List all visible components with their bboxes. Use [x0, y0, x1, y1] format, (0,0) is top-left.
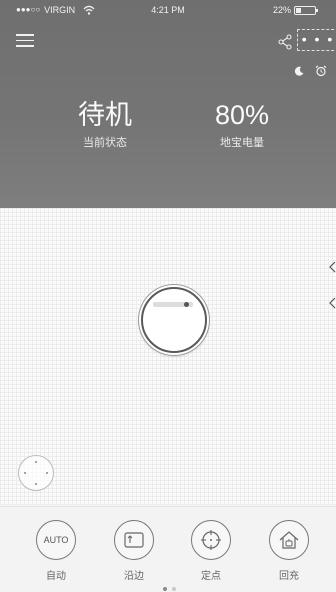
battery-icon — [294, 5, 318, 15]
mode-label: 定点 — [201, 571, 221, 582]
moon-icon[interactable] — [294, 66, 304, 76]
mode-auto[interactable]: AUTO 自动 — [26, 520, 86, 582]
page-indicator — [163, 587, 176, 591]
edge-clean-icon[interactable] — [114, 520, 154, 560]
menu-icon[interactable] — [16, 34, 34, 48]
spot-target-icon[interactable] — [191, 520, 231, 560]
status-value: 待机 — [78, 100, 132, 130]
alarm-icon[interactable] — [315, 65, 327, 77]
mode-label: 自动 — [46, 571, 66, 582]
battery-stat: 80% 地宝电量 — [177, 98, 307, 150]
battery-label: 地宝电量 — [220, 137, 264, 149]
share-icon[interactable] — [277, 34, 293, 50]
mode-spot[interactable]: 定点 — [181, 520, 241, 582]
joystick-control[interactable] — [18, 455, 54, 491]
chevron-left-icon[interactable] — [328, 262, 336, 310]
auto-icon[interactable]: AUTO — [36, 520, 76, 560]
mode-recharge[interactable]: 回充 — [259, 520, 319, 582]
status-bar: ●●●○○ VIRGIN 4:21 PM 22% — [0, 0, 336, 20]
mode-edge[interactable]: 沿边 — [104, 520, 164, 582]
robot-icon[interactable] — [141, 287, 207, 353]
status-label: 当前状态 — [83, 137, 127, 149]
more-button[interactable]: • • • — [297, 29, 336, 51]
status-stat: 待机 当前状态 — [40, 98, 170, 150]
home-dock-icon[interactable] — [269, 520, 309, 560]
battery-percent: 22% — [272, 5, 291, 15]
header-panel: ●●●○○ VIRGIN 4:21 PM 22% • • • 待机 当前状态 8… — [0, 0, 336, 208]
mode-label: 回充 — [279, 571, 299, 582]
page-dot[interactable] — [172, 587, 176, 591]
mode-label: 沿边 — [124, 571, 144, 582]
page-dot[interactable] — [163, 587, 167, 591]
battery-value: 80% — [214, 100, 270, 130]
mode-bar: AUTO 自动 沿边 定点 回充 — [0, 506, 336, 592]
